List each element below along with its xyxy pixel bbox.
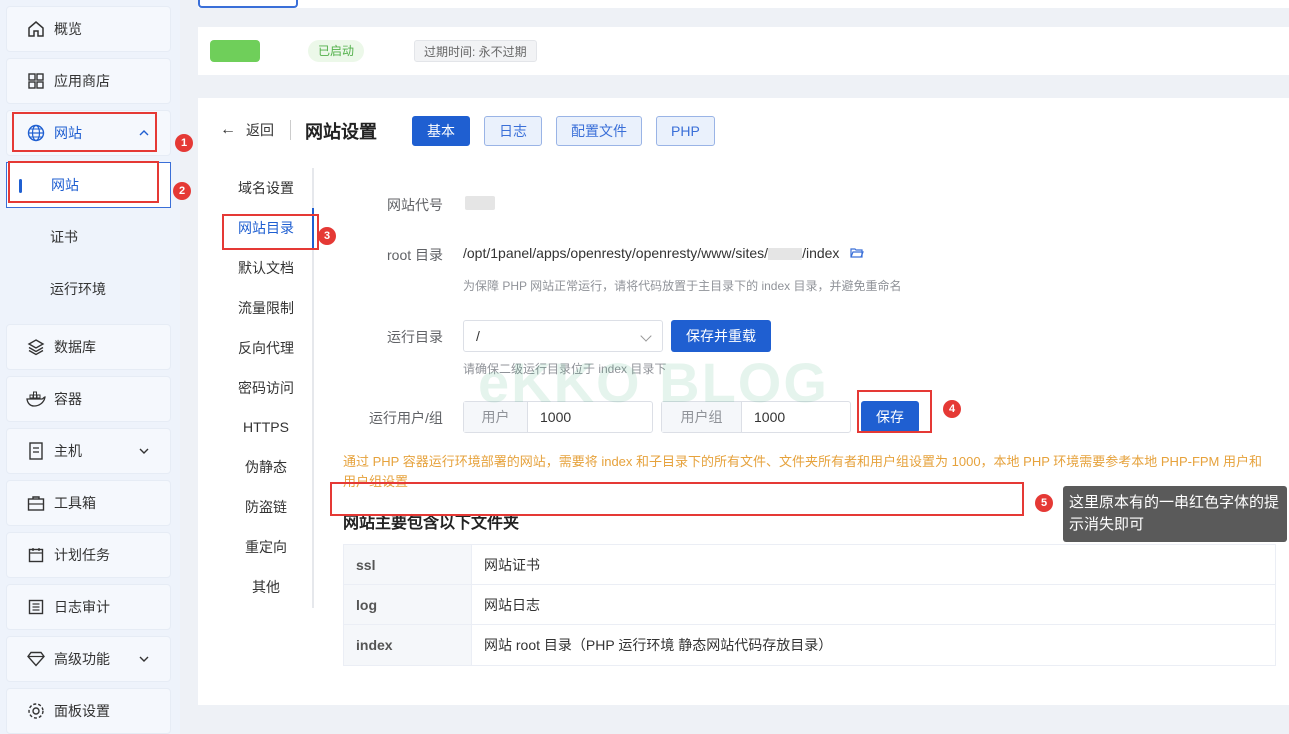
run-dir-label: 运行目录 <box>387 329 443 345</box>
sidebar-item-label: 计划任务 <box>54 547 110 563</box>
subnav-rate-limit[interactable]: 流量限制 <box>222 288 310 328</box>
sidebar-item-database[interactable]: 数据库 <box>6 324 171 370</box>
toolbox-icon <box>26 493 46 513</box>
expire-badge: 过期时间: 永不过期 <box>414 40 537 62</box>
sidebar-item-label: 主机 <box>54 443 82 459</box>
top-tab[interactable] <box>198 0 298 8</box>
annotation-number-1: 1 <box>175 134 193 152</box>
folder-desc: 网站日志 <box>484 597 540 613</box>
root-dir-value: /opt/1panel/apps/openresty/openresty/www… <box>463 245 839 261</box>
sidebar-item-label: 高级功能 <box>54 651 110 667</box>
table-row: ssl 网站证书 <box>344 545 1275 585</box>
folder-name: index <box>344 625 472 665</box>
annotation-box-3 <box>222 214 319 250</box>
site-code-label: 网站代号 <box>387 197 443 213</box>
chevron-down-icon <box>640 330 652 342</box>
watermark-logo: eKKO BLOG <box>478 351 829 414</box>
annotation-box-2 <box>8 161 159 203</box>
sidebar-item-host[interactable]: 主机 <box>6 428 171 474</box>
subnav-reverse-proxy[interactable]: 反向代理 <box>222 328 310 368</box>
divider <box>290 120 291 140</box>
save-reload-button[interactable]: 保存并重载 <box>671 320 771 352</box>
gear-icon <box>26 701 46 721</box>
status-badge: 已启动 <box>308 40 365 62</box>
subnav-redirect[interactable]: 重定向 <box>222 527 310 567</box>
annotation-number-2: 2 <box>173 182 191 200</box>
tab-php[interactable]: PHP <box>656 116 715 146</box>
sidebar-item-label: 概览 <box>54 21 82 37</box>
folder-name: log <box>344 585 472 624</box>
back-button[interactable]: ← 返回 <box>220 120 274 140</box>
log-icon <box>26 597 46 617</box>
layers-icon <box>26 337 46 357</box>
sidebar-item-label: 证书 <box>50 229 78 245</box>
subnav-other[interactable]: 其他 <box>222 567 310 607</box>
folders-table: ssl 网站证书 log 网站日志 index 网站 root 目录（PHP 运… <box>343 544 1276 666</box>
top-tab-strip <box>198 0 1289 8</box>
sidebar-item-logs[interactable]: 日志审计 <box>6 584 171 630</box>
subnav-https[interactable]: HTTPS <box>222 407 310 447</box>
sidebar-subitem-certificate[interactable]: 证书 <box>6 214 171 260</box>
sidebar-item-appstore[interactable]: 应用商店 <box>6 58 171 104</box>
folder-desc: 网站 root 目录（PHP 运行环境 静态网站代码存放目录） <box>484 637 833 653</box>
root-dir-suffix: /index <box>802 245 840 261</box>
docker-icon <box>26 389 46 409</box>
sidebar-item-label: 容器 <box>54 391 82 407</box>
root-dir-label: root 目录 <box>387 247 444 263</box>
sidebar-item-label: 应用商店 <box>54 73 110 89</box>
run-dir-value: / <box>476 328 480 344</box>
tab-basic[interactable]: 基本 <box>412 116 470 146</box>
folder-open-icon[interactable] <box>850 246 864 262</box>
root-dir-prefix: /opt/1panel/apps/openresty/openresty/www… <box>463 245 769 261</box>
sidebar-subitem-runtime[interactable]: 运行环境 <box>6 266 171 312</box>
annotation-number-5: 5 <box>1035 494 1053 512</box>
website-name-badge <box>210 40 260 62</box>
sidebar-item-label: 日志审计 <box>54 599 110 615</box>
sidebar-item-container[interactable]: 容器 <box>6 376 171 422</box>
run-dir-select[interactable]: / <box>463 320 663 352</box>
tab-log[interactable]: 日志 <box>484 116 542 146</box>
run-user-label: 运行用户/组 <box>369 410 443 426</box>
calendar-icon <box>26 545 46 565</box>
sidebar-item-label: 数据库 <box>54 339 96 355</box>
table-row: log 网站日志 <box>344 585 1275 625</box>
sidebar-item-label: 工具箱 <box>54 495 96 511</box>
sidebar-item-settings[interactable]: 面板设置 <box>6 688 171 734</box>
sidebar-item-advanced[interactable]: 高级功能 <box>6 636 171 682</box>
sidebar: 概览 应用商店 网站 网站 证书 运行环境 数据库 容器 主机 工具箱 计划任务 <box>0 0 180 734</box>
subnav-rewrite[interactable]: 伪静态 <box>222 447 310 487</box>
sidebar-item-label: 面板设置 <box>54 703 110 719</box>
grid-icon <box>26 71 46 91</box>
back-label: 返回 <box>246 122 274 138</box>
root-dir-hint: 为保障 PHP 网站正常运行，请将代码放置于主目录下的 index 目录，并避免… <box>463 279 902 293</box>
redacted-site-name <box>768 248 803 261</box>
annotation-tooltip: 这里原本有的一串红色字体的提示消失即可 <box>1063 486 1287 542</box>
annotation-box-1 <box>12 112 157 152</box>
chevron-down-icon <box>139 656 149 662</box>
site-code-value-redacted <box>465 196 495 210</box>
subnav-anti-leech[interactable]: 防盗链 <box>222 487 310 527</box>
chevron-down-icon <box>139 448 149 454</box>
table-row: index 网站 root 目录（PHP 运行环境 静态网站代码存放目录） <box>344 625 1275 665</box>
diamond-icon <box>26 649 46 669</box>
annotation-number-3: 3 <box>318 227 336 245</box>
website-status-bar: 已启动 过期时间: 永不过期 <box>198 27 1289 75</box>
sidebar-item-toolbox[interactable]: 工具箱 <box>6 480 171 526</box>
annotation-number-4: 4 <box>943 400 961 418</box>
sidebar-item-label: 运行环境 <box>50 281 106 297</box>
home-icon <box>26 19 46 39</box>
annotation-box-4 <box>857 390 932 433</box>
arrow-left-icon: ← <box>220 121 236 138</box>
tab-config[interactable]: 配置文件 <box>556 116 642 146</box>
subnav-password-access[interactable]: 密码访问 <box>222 368 310 408</box>
page-title: 网站设置 <box>305 122 377 142</box>
folder-desc: 网站证书 <box>484 557 540 573</box>
sidebar-item-overview[interactable]: 概览 <box>6 6 171 52</box>
annotation-box-5 <box>330 482 1024 516</box>
sidebar-item-cron[interactable]: 计划任务 <box>6 532 171 578</box>
subnav-default-doc[interactable]: 默认文档 <box>222 248 310 288</box>
server-icon <box>26 441 46 461</box>
subnav-domain[interactable]: 域名设置 <box>222 168 310 208</box>
folder-name: ssl <box>344 545 472 584</box>
